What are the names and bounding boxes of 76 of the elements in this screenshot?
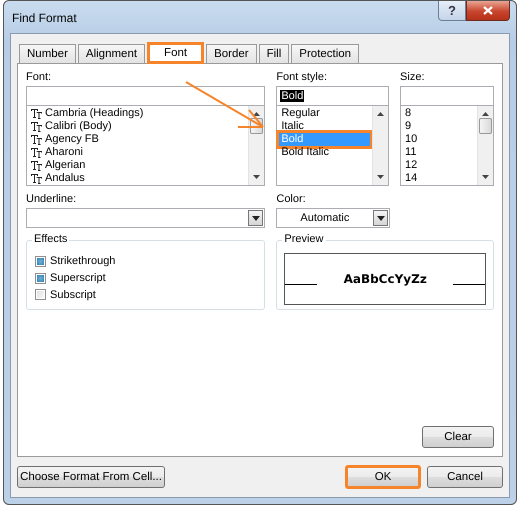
- field-value: Bold: [280, 90, 304, 102]
- checkbox[interactable]: [35, 272, 46, 284]
- color-dropdown[interactable]: Automatic: [276, 208, 390, 228]
- preview-text: AaBbCcYyZz: [344, 272, 427, 286]
- help-button[interactable]: ?: [438, 1, 466, 21]
- scroll-down-icon[interactable]: [377, 175, 384, 179]
- field-label: Underline:: [26, 192, 78, 206]
- list-item[interactable]: 12: [403, 159, 475, 172]
- font-type-icon: [31, 121, 42, 132]
- list-item[interactable]: 8: [403, 107, 475, 120]
- scroll-down-icon[interactable]: [253, 175, 260, 179]
- item-label: Calibri (Body): [45, 120, 112, 133]
- list-item[interactable]: Agency FB: [29, 133, 246, 146]
- tab[interactable]: Alignment: [78, 44, 146, 64]
- scroll-thumb[interactable]: [479, 118, 492, 134]
- list-item[interactable]: 11: [403, 146, 475, 159]
- tab[interactable]: Number: [19, 44, 76, 64]
- font-type-icon: [31, 134, 42, 145]
- field-label: Size:: [400, 70, 426, 84]
- checkbox-label: Superscript: [50, 272, 106, 284]
- font-type-icon: [31, 173, 42, 184]
- font-type-icon: [31, 108, 42, 119]
- size-field[interactable]: [400, 86, 494, 106]
- close-icon: [483, 6, 493, 15]
- item-label: Aharoni: [45, 146, 83, 159]
- item-label: Andalus: [45, 172, 85, 185]
- scroll-up-icon[interactable]: [253, 112, 260, 116]
- item-label: Cambria (Headings): [45, 107, 144, 120]
- checkbox-label: Strikethrough: [50, 255, 116, 268]
- underline-dropdown[interactable]: [26, 208, 266, 228]
- list-item[interactable]: Cambria (Headings): [29, 107, 246, 120]
- list-item[interactable]: Bold Italic: [279, 146, 370, 159]
- field-label: Font:: [26, 70, 52, 84]
- list-item[interactable]: Calibri (Body): [29, 120, 246, 133]
- list-item[interactable]: Regular: [279, 107, 370, 120]
- scroll-up-icon[interactable]: [377, 112, 384, 116]
- list-item[interactable]: Algerian: [29, 159, 246, 172]
- checkbox-label: Subscript: [50, 288, 96, 301]
- scrollbar[interactable]: [372, 106, 388, 185]
- item-label: Agency FB: [45, 133, 99, 146]
- dialog-button[interactable]: OK: [345, 465, 421, 489]
- list-item[interactable]: 9: [403, 120, 475, 133]
- clear-button[interactable]: Clear: [422, 426, 494, 448]
- size-list[interactable]: 8 9 10 11 12 14: [400, 106, 494, 186]
- scroll-down-icon[interactable]: [482, 175, 489, 179]
- checkbox[interactable]: [35, 256, 46, 267]
- group-title: Effects: [32, 233, 70, 245]
- list-item[interactable]: Andalus: [29, 172, 246, 185]
- font-type-icon: [31, 147, 42, 158]
- dialog-button[interactable]: Choose Format From Cell...: [17, 466, 165, 488]
- scrollbar[interactable]: [477, 106, 493, 185]
- tab[interactable]: Protection: [291, 44, 360, 64]
- close-button[interactable]: [466, 1, 510, 21]
- scrollbar[interactable]: [248, 106, 264, 185]
- list-item[interactable]: Italic: [279, 120, 370, 133]
- font-type-icon: [31, 160, 42, 171]
- caret-icon: [376, 216, 385, 220]
- tab[interactable]: Fill: [258, 44, 290, 64]
- list-item[interactable]: 10: [403, 133, 475, 146]
- font-list[interactable]: Cambria (Headings) Calibri (Body) Agency FB Aharoni Algerian Andalus: [26, 106, 266, 186]
- checkbox[interactable]: [35, 289, 46, 300]
- list-item[interactable]: 14: [403, 172, 475, 185]
- tab[interactable]: Font: [147, 42, 204, 64]
- item-label: Algerian: [45, 159, 86, 172]
- field-label: Font style:: [276, 70, 328, 84]
- caret-icon: [252, 216, 260, 220]
- font-style-field[interactable]: Bold: [276, 86, 390, 106]
- tab[interactable]: Border: [206, 44, 257, 64]
- list-item[interactable]: Aharoni: [29, 146, 246, 159]
- font-field[interactable]: [26, 86, 266, 106]
- dialog-button[interactable]: Cancel: [427, 466, 503, 488]
- group-title: Preview: [282, 233, 326, 245]
- window-title: Find Format: [12, 11, 78, 25]
- field-label: Color:: [276, 192, 307, 206]
- font-style-list[interactable]: Regular Italic Bold Bold Italic: [276, 106, 390, 186]
- scroll-up-icon[interactable]: [482, 112, 489, 116]
